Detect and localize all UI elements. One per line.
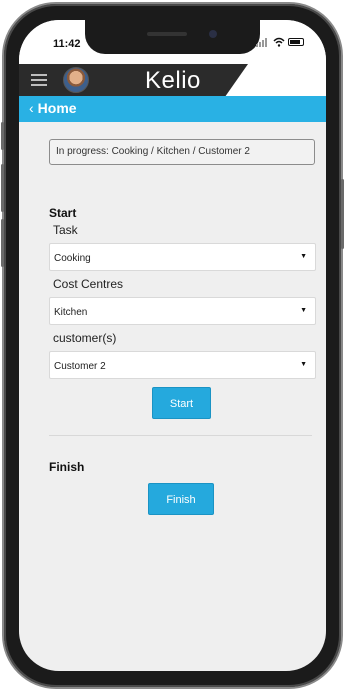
status-icons [256, 37, 304, 47]
main-content: In progress: Cooking / Kitchen / Custome… [19, 122, 326, 671]
speaker [147, 32, 187, 36]
app-bar: Kelio [19, 64, 326, 96]
customer-select-value: Customer 2 [54, 361, 106, 372]
status-time: 11:42 [53, 38, 81, 50]
status-bar: 11:42 [19, 20, 326, 64]
notch [85, 20, 260, 54]
phone-frame: 11:42 Kelio ‹ Home In progress: Cooking … [1, 4, 344, 687]
cost-centres-label: Cost Centres [53, 277, 124, 291]
dropdown-arrow-icon: ▼ [300, 361, 307, 368]
page-title: Home [37, 100, 77, 116]
task-select-value: Cooking [54, 253, 91, 264]
hamburger-menu-icon[interactable] [31, 74, 47, 86]
side-button [1, 122, 4, 150]
finish-section-title: Finish [49, 460, 85, 474]
screen: 11:42 Kelio ‹ Home In progress: Cooking … [19, 20, 326, 671]
cost-centre-select-value: Kitchen [54, 307, 88, 318]
camera [209, 30, 217, 38]
task-select[interactable]: Cooking ▼ [49, 243, 316, 271]
customers-label: customer(s) [53, 331, 117, 345]
side-button [1, 164, 4, 212]
signal-icon [256, 37, 270, 47]
task-label: Task [53, 223, 78, 237]
in-progress-status: In progress: Cooking / Kitchen / Custome… [49, 139, 315, 165]
dropdown-arrow-icon: ▼ [300, 253, 307, 260]
customer-select[interactable]: Customer 2 ▼ [49, 351, 316, 379]
start-section-title: Start [49, 206, 77, 220]
cost-centre-select[interactable]: Kitchen ▼ [49, 297, 316, 325]
side-button [341, 179, 344, 249]
chevron-left-icon: ‹ [29, 100, 34, 116]
section-divider [49, 435, 312, 436]
finish-button[interactable]: Finish [148, 483, 214, 515]
wifi-icon [273, 37, 285, 47]
dropdown-arrow-icon: ▼ [300, 307, 307, 314]
kelio-logo: Kelio [145, 67, 201, 94]
start-button[interactable]: Start [152, 387, 211, 419]
home-back-link[interactable]: ‹ Home [19, 96, 326, 122]
side-button [1, 219, 4, 267]
avatar[interactable] [63, 67, 89, 93]
battery-icon [288, 38, 304, 46]
